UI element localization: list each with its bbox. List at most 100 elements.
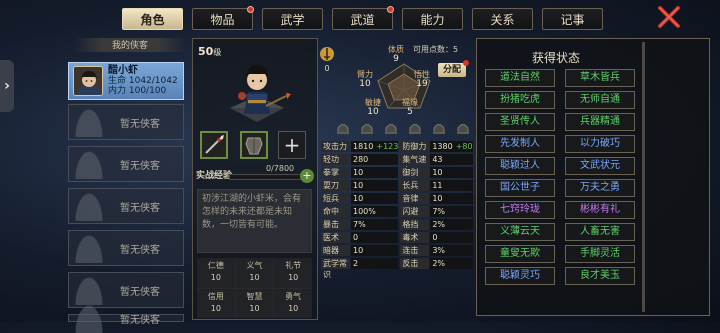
status-button[interactable]: 文武状元 xyxy=(565,157,635,175)
status-button[interactable]: 以力破巧 xyxy=(565,135,635,153)
stat-label: 毒术 xyxy=(400,232,430,243)
stat-value: 7% xyxy=(353,220,366,229)
buff-slot-icon[interactable] xyxy=(359,121,375,135)
status-button[interactable]: 聪颖灵巧 xyxy=(485,267,555,285)
status-button[interactable]: 聪颖过人 xyxy=(485,157,555,175)
attribute-value: 19 xyxy=(416,79,428,89)
close-icon[interactable] xyxy=(656,4,682,30)
status-button[interactable]: 义薄云天 xyxy=(485,223,555,241)
status-button[interactable]: 无师自通 xyxy=(565,91,635,109)
virtue-cell: 礼节 10 xyxy=(274,258,312,288)
tab-2[interactable]: 武学 xyxy=(262,8,323,30)
status-button[interactable]: 先发制人 xyxy=(485,135,555,153)
equip-slot-weapon[interactable] xyxy=(200,131,228,159)
exp-label: 实战经验 xyxy=(196,171,233,181)
sword-badge-icon xyxy=(320,47,334,61)
tab-label: 关系 xyxy=(490,12,515,27)
stat-label: 拳掌 xyxy=(321,167,350,178)
stat-value: 10 xyxy=(353,194,364,203)
notification-dot xyxy=(387,6,394,13)
tab-4[interactable]: 能力 xyxy=(402,8,463,30)
virtue-value: 10 xyxy=(249,303,260,313)
virtue-label: 仁德 xyxy=(207,261,224,270)
status-button[interactable]: 人畜无害 xyxy=(565,223,635,241)
stat-row: 攻击力 1810 +123 xyxy=(321,141,399,152)
stat-row: 拳掌 10 xyxy=(321,167,399,178)
tab-0[interactable]: 角色 xyxy=(122,8,183,30)
tab-label: 记事 xyxy=(560,12,585,27)
tab-3[interactable]: 武道 xyxy=(332,6,394,30)
character-slot-empty[interactable]: 暂无侠客 xyxy=(68,188,184,224)
character-slot-empty[interactable]: 暂无侠客 xyxy=(68,230,184,266)
attribute-value: 5 xyxy=(407,107,413,117)
tab-1[interactable]: 物品 xyxy=(192,6,254,30)
stat-value-cell: 2 xyxy=(351,258,399,269)
status-button[interactable]: 手脚灵活 xyxy=(565,245,635,263)
stat-label: 暗器 xyxy=(321,245,350,256)
buff-value: 0 xyxy=(324,64,330,73)
stat-label: 反击 xyxy=(400,258,430,269)
character-card-active[interactable]: 醋小虾 生命 1042/1042 内力 100/100 xyxy=(68,62,184,100)
stat-row: 格挡 2% xyxy=(400,219,473,230)
stat-value-cell: 2% xyxy=(430,258,473,269)
add-exp-button[interactable]: + xyxy=(300,169,314,183)
buff-slot-icon[interactable] xyxy=(455,121,471,135)
stat-value: 1810 xyxy=(353,142,374,151)
virtue-label: 智慧 xyxy=(246,291,263,301)
buff-slot-icon[interactable] xyxy=(335,121,351,135)
stat-bonus: +80 xyxy=(455,142,473,151)
stat-row: 命中 100% xyxy=(321,206,399,217)
status-button[interactable]: 圣贤传人 xyxy=(485,113,555,131)
virtue-label: 礼节 xyxy=(285,261,302,270)
buff-slot-icon[interactable] xyxy=(383,121,399,135)
status-button[interactable]: 万夫之勇 xyxy=(565,179,635,197)
status-button[interactable]: 良才美玉 xyxy=(565,267,635,285)
character-slot-empty[interactable]: 暂无侠客 xyxy=(68,146,184,182)
stat-label: 命中 xyxy=(321,206,350,217)
stat-value: 0 xyxy=(432,233,438,242)
stat-value-cell: 2% xyxy=(430,219,473,230)
character-slot-empty[interactable]: 暂无侠客 xyxy=(68,303,184,333)
character-silhouette-icon xyxy=(74,233,104,263)
status-button[interactable]: 兵器精通 xyxy=(565,113,635,131)
equip-slot-armor[interactable] xyxy=(240,131,268,159)
buff-slot-icon[interactable] xyxy=(407,121,423,135)
tab-6[interactable]: 记事 xyxy=(542,8,603,30)
stat-row: 集气速度43 xyxy=(400,154,473,175)
side-panel-expander[interactable]: › xyxy=(0,60,14,112)
virtue-cell: 智慧 10 xyxy=(235,288,274,318)
stat-value-cell: 10 xyxy=(430,193,473,204)
tab-5[interactable]: 关系 xyxy=(472,8,533,30)
stat-value: 10 xyxy=(353,181,364,190)
stat-value-cell: 10 xyxy=(351,245,399,256)
stat-label: 音律 xyxy=(400,193,430,204)
status-button[interactable]: 彬彬有礼 xyxy=(565,201,635,219)
status-scrollbar[interactable] xyxy=(642,42,645,312)
stat-value: 11 xyxy=(432,181,443,190)
virtue-value: 10 xyxy=(210,303,221,313)
stat-value: 2 xyxy=(353,259,359,268)
add-equipment-button[interactable]: + xyxy=(278,131,306,159)
status-button[interactable]: 七窍玲珑 xyxy=(485,201,555,219)
stat-value: 280 xyxy=(353,155,369,164)
stat-row: 暗器 10 xyxy=(321,245,399,256)
status-buttons: 道法自然 草木皆兵 扮猪吃虎 无师自通 圣贤传人 兵器精通 先发制人 以力破巧 聪颖过人 文武状元… xyxy=(485,69,637,285)
available-points: 可用点数：5 xyxy=(413,45,459,54)
tab-label: 武道 xyxy=(350,12,375,27)
status-button[interactable]: 扮猪吃虎 xyxy=(485,91,555,109)
buff-slot-icon[interactable] xyxy=(431,121,447,135)
status-button[interactable]: 国公世子 xyxy=(485,179,555,197)
status-button[interactable]: 童叟无欺 xyxy=(485,245,555,263)
status-button[interactable]: 草木皆兵 xyxy=(565,69,635,87)
stat-value: 7% xyxy=(432,207,446,216)
stat-label: 短兵 xyxy=(321,193,350,204)
stat-value-cell: 0 xyxy=(351,232,399,243)
stat-value: 10 xyxy=(432,168,443,177)
stat-value-cell: 11 xyxy=(430,180,473,191)
assign-points-button[interactable]: 分配 xyxy=(438,60,469,77)
character-slot-empty[interactable]: 暂无侠客 xyxy=(68,104,184,140)
stats-table: 攻击力1810+123防御力1380+80轻功280集气速度43拳掌10御剑10… xyxy=(321,141,473,279)
stat-row: 短兵 10 xyxy=(321,193,399,204)
stat-value-cell: 3% xyxy=(430,245,473,256)
status-button[interactable]: 道法自然 xyxy=(485,69,555,87)
